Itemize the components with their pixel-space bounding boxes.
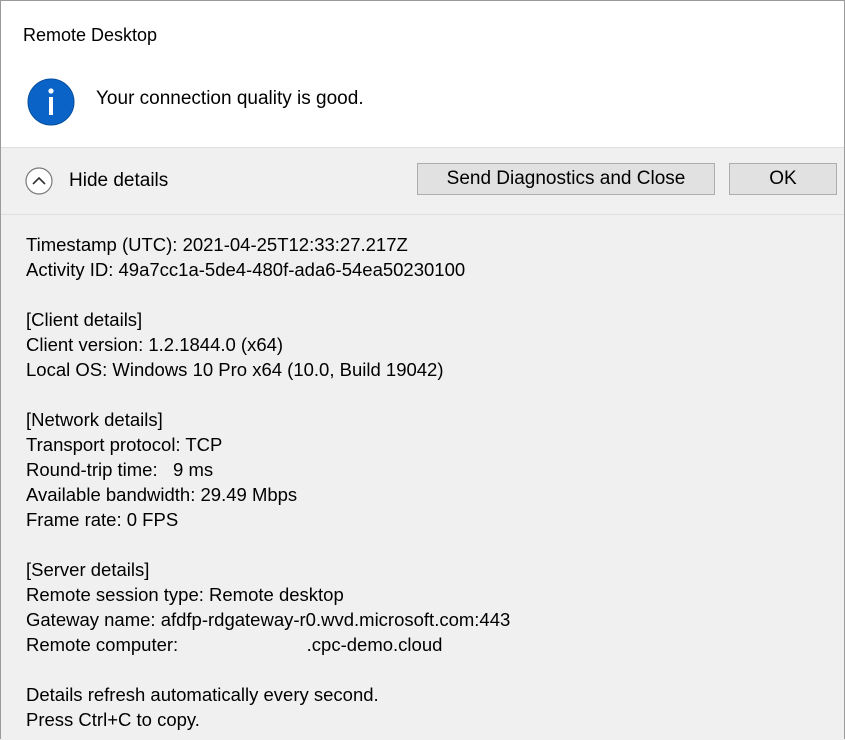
transport-protocol-line: Transport protocol: TCP — [26, 434, 223, 455]
chevron-up-icon — [25, 167, 53, 195]
available-bandwidth-line: Available bandwidth: 29.49 Mbps — [26, 484, 298, 505]
frame-rate-line: Frame rate: 0 FPS — [26, 509, 179, 530]
dialog-header-area: Remote Desktop Your connection quality i… — [1, 1, 844, 148]
gateway-name-line: Gateway name: afdfp-rdgateway-r0.wvd.mic… — [26, 609, 511, 630]
send-diagnostics-button[interactable]: Send Diagnostics and Close — [417, 163, 715, 195]
session-type-line: Remote session type: Remote desktop — [26, 584, 344, 605]
ok-button[interactable]: OK — [729, 163, 837, 195]
copy-hint-line: Press Ctrl+C to copy. — [26, 709, 200, 730]
client-details-header: [Client details] — [26, 309, 143, 330]
details-panel: Timestamp (UTC): 2021-04-25T12:33:27.217… — [26, 232, 826, 732]
action-bar: Hide details Send Diagnostics and Close … — [1, 148, 844, 215]
info-icon — [27, 78, 75, 126]
server-details-header: [Server details] — [26, 559, 150, 580]
activity-id-line: Activity ID: 49a7cc1a-5de4-480f-ada6-54e… — [26, 259, 466, 280]
dialog-title: Remote Desktop — [23, 25, 158, 45]
round-trip-time-line: Round-trip time: 9 ms — [26, 459, 214, 480]
local-os-line: Local OS: Windows 10 Pro x64 (10.0, Buil… — [26, 359, 444, 380]
network-details-header: [Network details] — [26, 409, 163, 430]
client-version-line: Client version: 1.2.1844.0 (x64) — [26, 334, 284, 355]
remote-computer-line: Remote computer: .cpc-demo.cloud — [26, 634, 443, 655]
timestamp-line: Timestamp (UTC): 2021-04-25T12:33:27.217… — [26, 234, 408, 255]
remote-desktop-dialog: Remote Desktop Your connection quality i… — [0, 0, 845, 739]
connection-quality-message: Your connection quality is good. — [96, 88, 364, 109]
hide-details-toggle[interactable]: Hide details — [25, 166, 168, 196]
refresh-note-line: Details refresh automatically every seco… — [26, 684, 379, 705]
hide-details-label: Hide details — [69, 170, 169, 191]
